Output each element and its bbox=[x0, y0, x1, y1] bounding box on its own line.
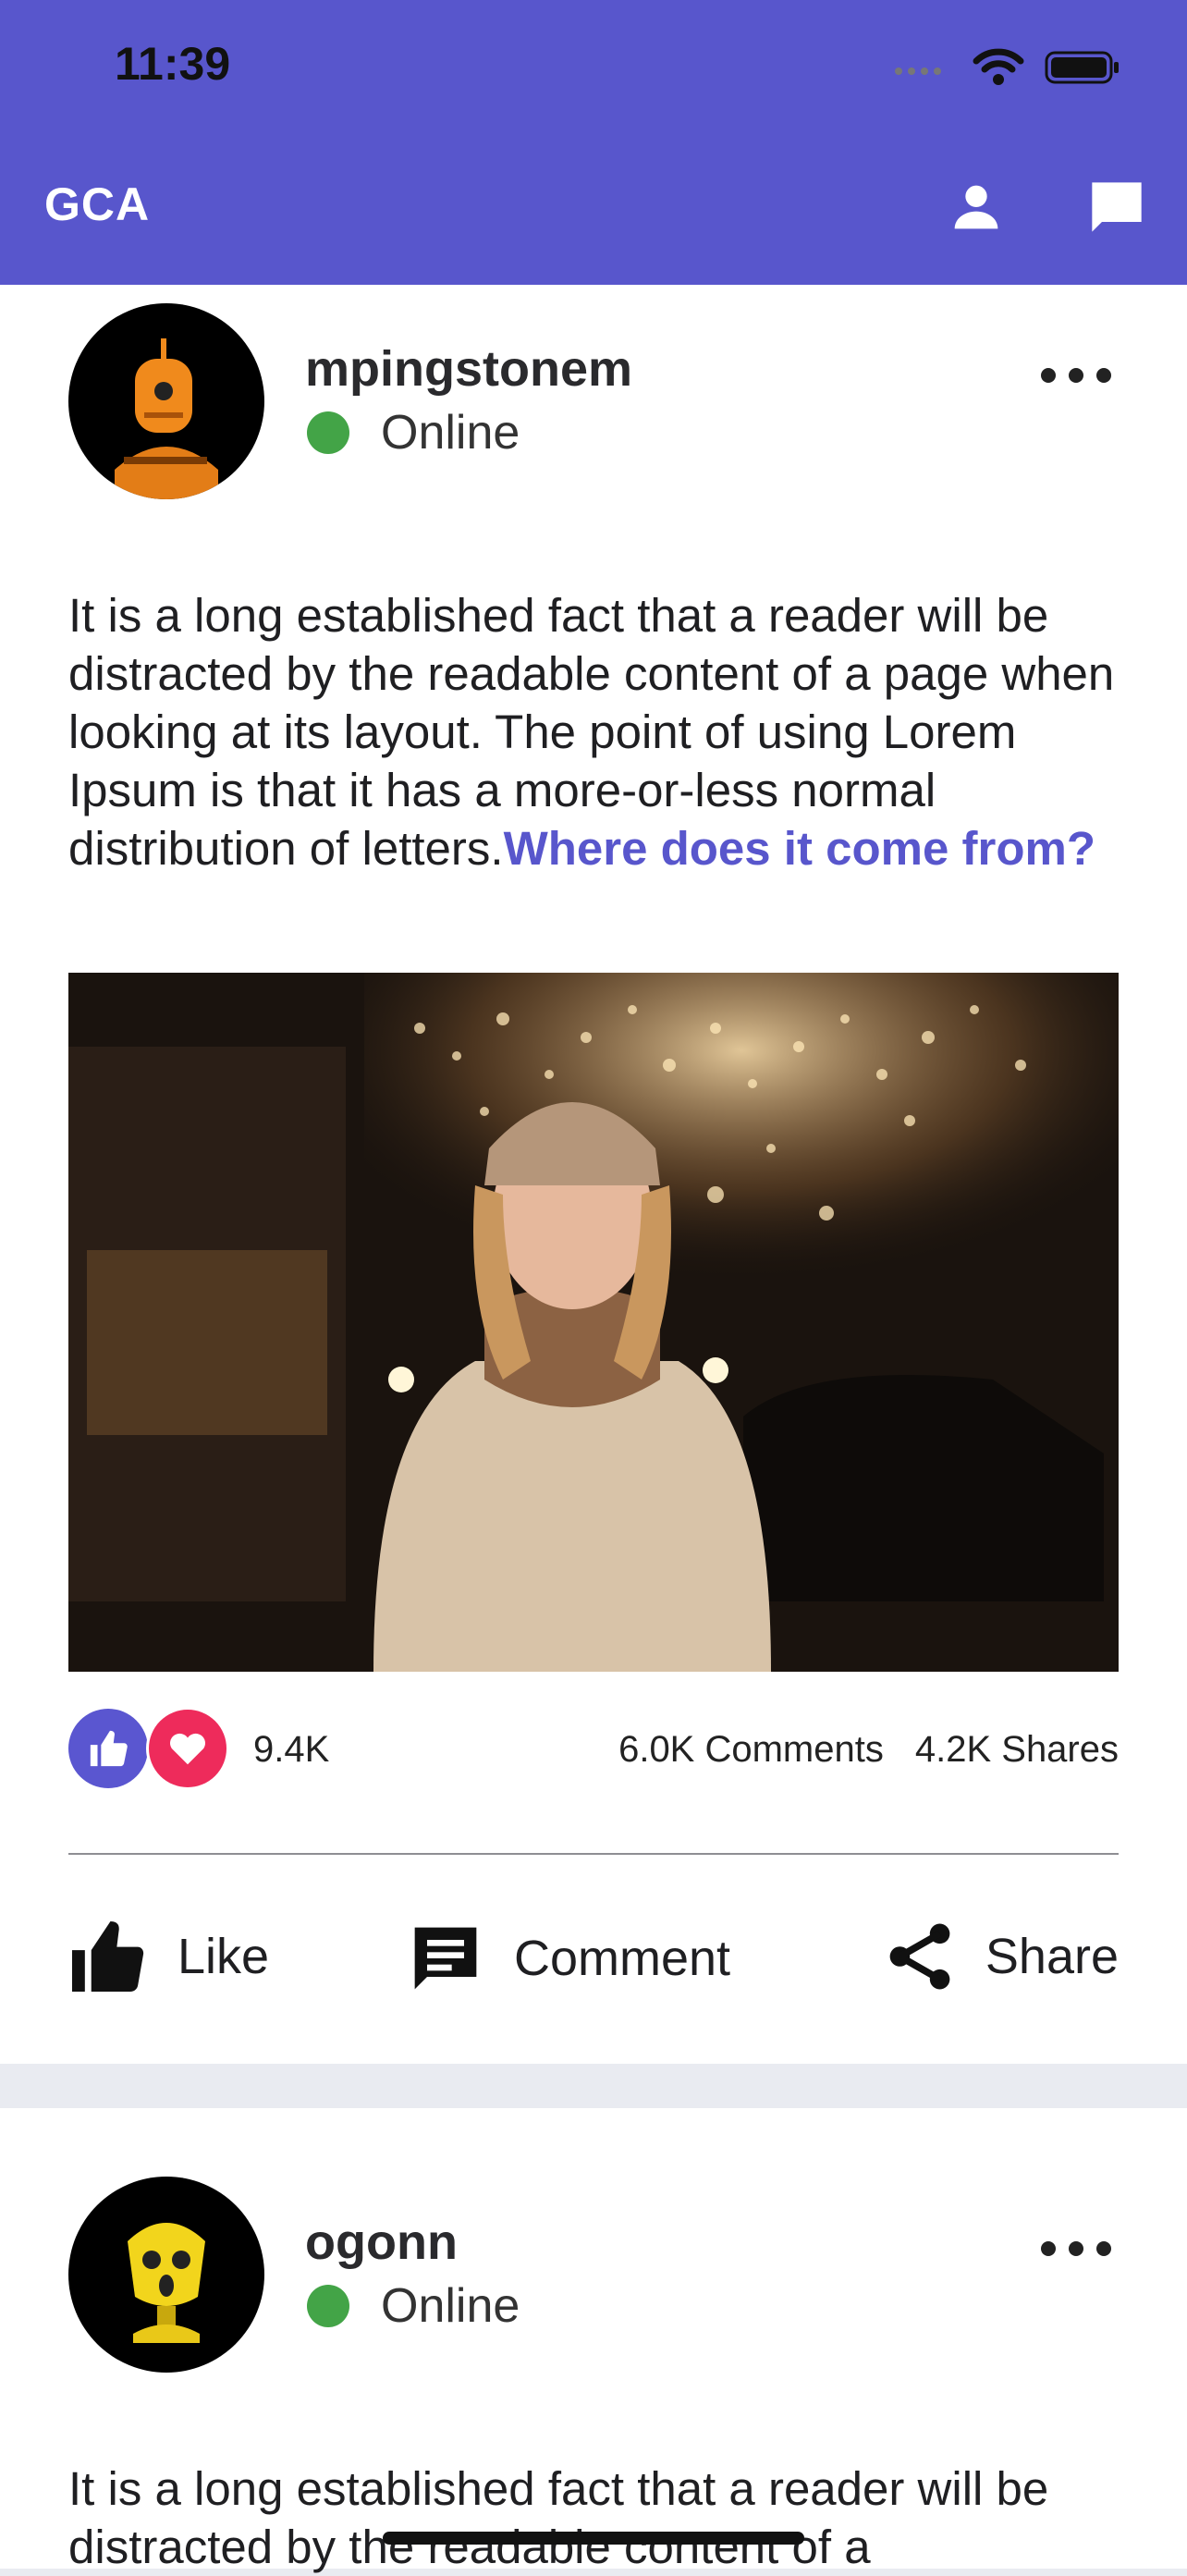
status-icons bbox=[893, 48, 1120, 87]
presence-label: Online bbox=[381, 2279, 520, 2333]
like-label: Like bbox=[177, 1929, 270, 1984]
caption-link[interactable]: Where does it come from? bbox=[504, 822, 1095, 875]
robot-avatar-icon bbox=[115, 338, 218, 499]
username[interactable]: ogonn bbox=[305, 2214, 458, 2271]
wifi-icon bbox=[973, 48, 1024, 85]
presence-label: Online bbox=[381, 406, 520, 460]
signal-icon bbox=[895, 67, 941, 75]
app-bar: 11:39 GCA bbox=[0, 0, 1187, 285]
comment-icon bbox=[414, 1927, 477, 1990]
battery-icon bbox=[1045, 51, 1119, 84]
post-caption: It is a long established fact that a rea… bbox=[68, 2462, 1049, 2573]
comment-label: Comment bbox=[514, 1931, 731, 1986]
post-photo[interactable] bbox=[68, 973, 1119, 1672]
profile-icon[interactable] bbox=[943, 174, 1010, 240]
shares-count[interactable]: 4.2K Shares bbox=[915, 1729, 1119, 1771]
robot-avatar-icon bbox=[128, 2223, 205, 2343]
post-card: mpingstonem Online It is a long establis… bbox=[0, 285, 1187, 2064]
like-button[interactable]: Like bbox=[68, 1921, 269, 1992]
comment-button[interactable]: Comment bbox=[409, 1921, 730, 1995]
app-title: GCA bbox=[44, 178, 151, 230]
chat-icon[interactable] bbox=[1083, 174, 1150, 240]
presence-status: Online bbox=[307, 2278, 520, 2334]
share-button[interactable]: Share bbox=[886, 1921, 1119, 1992]
like-reaction-icon bbox=[68, 1709, 148, 1788]
presence-status: Online bbox=[307, 405, 520, 460]
divider bbox=[68, 1853, 1119, 1855]
username[interactable]: mpingstonem bbox=[305, 340, 632, 398]
comments-count[interactable]: 6.0K Comments bbox=[618, 1729, 884, 1771]
share-icon bbox=[889, 1923, 950, 1990]
post-caption: It is a long established fact that a rea… bbox=[68, 586, 1122, 877]
post-stats: 9.4K 6.0K Comments 4.2K Shares bbox=[68, 1707, 1119, 1792]
post-actions: Like Comment Share bbox=[68, 1921, 1119, 2014]
photo-illustration bbox=[68, 973, 1119, 1672]
status-time: 11:39 bbox=[115, 38, 231, 90]
more-options-icon[interactable] bbox=[1041, 2241, 1111, 2256]
post-card: ogonn Online It is a long established fa… bbox=[0, 2108, 1187, 2573]
love-reaction-icon bbox=[146, 1707, 229, 1790]
home-indicator[interactable] bbox=[383, 2532, 804, 2545]
more-options-icon[interactable] bbox=[1041, 368, 1111, 383]
thumbs-up-icon bbox=[72, 1921, 144, 1992]
likes-count[interactable]: 9.4K bbox=[253, 1729, 329, 1771]
share-label: Share bbox=[985, 1929, 1119, 1984]
online-dot-icon bbox=[307, 2285, 349, 2327]
online-dot-icon bbox=[307, 411, 349, 454]
avatar[interactable] bbox=[68, 303, 264, 499]
avatar[interactable] bbox=[68, 2177, 264, 2373]
